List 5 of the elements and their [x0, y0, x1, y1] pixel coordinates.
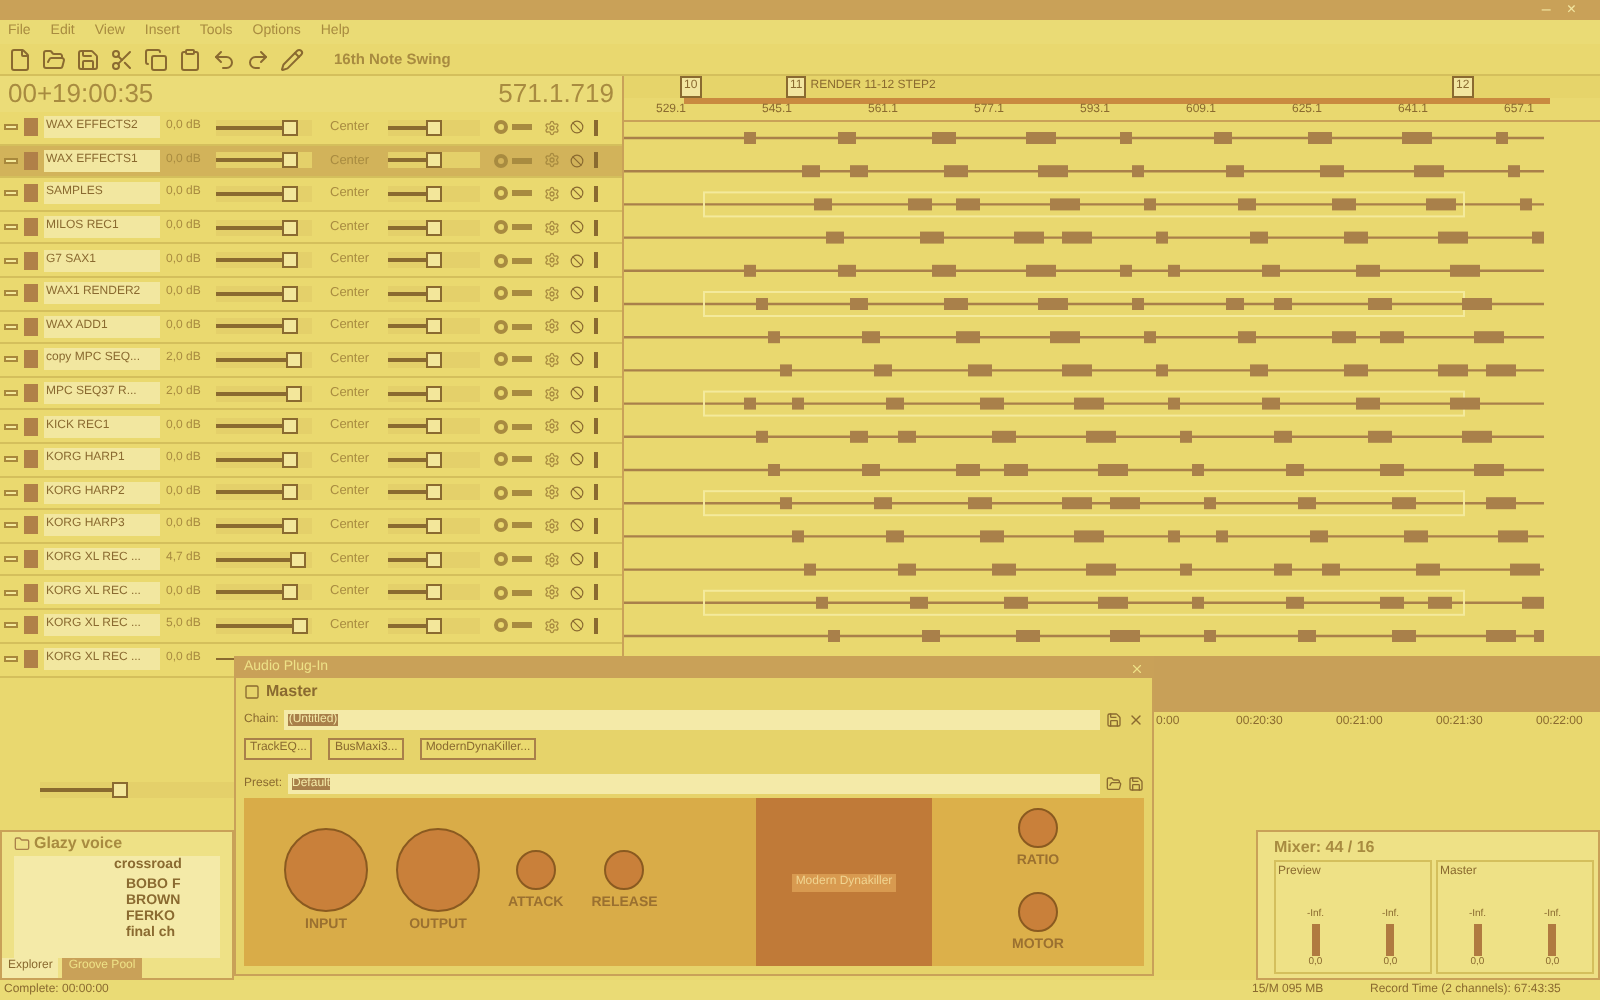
position-display: 571.1.719: [498, 76, 614, 113]
folder-title: Glazy voice: [34, 832, 123, 856]
mixer-title: Mixer: 44 / 16: [1272, 836, 1377, 860]
plugin-name: Master: [266, 680, 318, 704]
time-display: 00+19:00:35: [8, 76, 154, 113]
